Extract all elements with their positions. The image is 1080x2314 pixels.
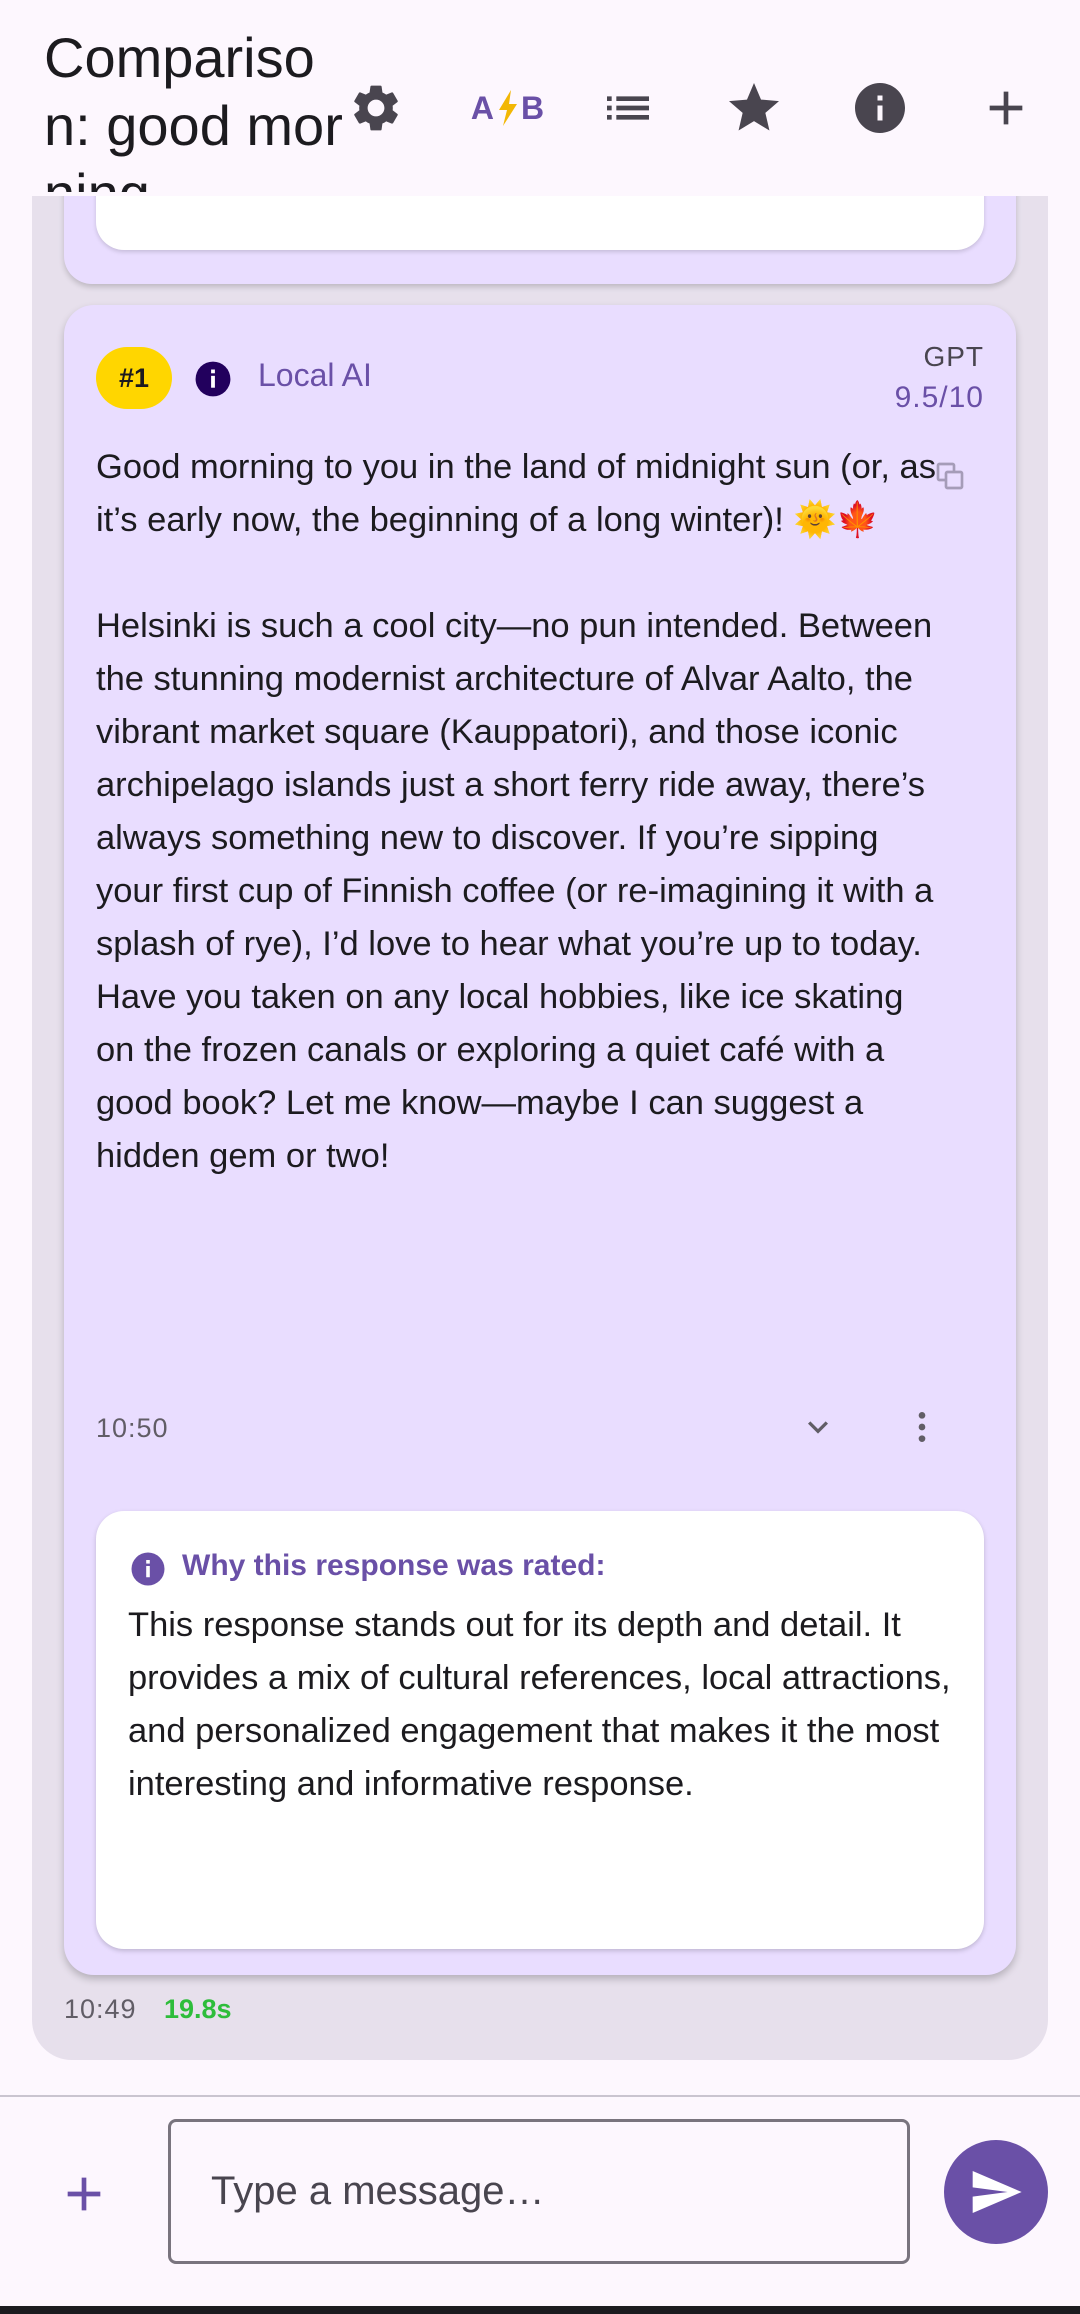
send-button[interactable] [944,2140,1048,2244]
list-button[interactable] [590,70,666,146]
response-card[interactable]: #1 Local AI GPT 9.5/10 Good morning to y… [64,305,1016,1975]
ab-compare-icon: A B [470,89,546,126]
plus-icon [989,91,1023,125]
ab-compare-button[interactable]: A B [458,70,558,146]
rating-explanation-title: Why this response was rated: [182,1549,606,1582]
rank-badge: #1 [96,347,172,409]
response-paragraph: Helsinki is such a cool city—no pun inte… [96,607,934,1175]
info-icon [131,1552,165,1586]
provider-label: Local AI [258,357,372,393]
response-time: 10:50 [96,1413,169,1443]
star-icon [729,83,779,131]
page-title: Comparison: good morning [44,26,343,192]
settings-button[interactable] [338,70,414,146]
rating-explanation-panel: Why this response was rated: This respon… [96,1511,984,1949]
list-icon [607,96,649,120]
group-duration: 19.8s [164,1994,232,2024]
response-text: Good morning to you in the land of midni… [96,441,946,1236]
rating-explanation-text: This response stands out for its depth a… [128,1606,951,1803]
send-icon [972,2171,1022,2213]
chevron-down-icon[interactable] [798,1407,838,1447]
info-icon [855,83,905,133]
attach-plus-icon[interactable] [56,2166,112,2222]
group-time: 10:49 [64,1994,137,2024]
gear-icon [354,85,398,131]
message-input[interactable]: Type a message… [168,2119,910,2264]
bolt-icon [499,90,517,126]
top-app-bar: Comparison: good morning A B [0,0,1080,196]
response-paragraph: Good morning to you in the land of midni… [96,448,936,539]
new-comparison-button[interactable] [968,70,1044,146]
more-vert-icon[interactable] [902,1405,942,1449]
score-label: 9.5/10 [894,381,984,414]
info-button[interactable] [842,70,918,146]
system-nav-bar [0,2306,1080,2314]
provider-info-icon[interactable] [194,360,232,398]
model-label: GPT [923,341,984,372]
favorite-button[interactable] [716,70,792,146]
